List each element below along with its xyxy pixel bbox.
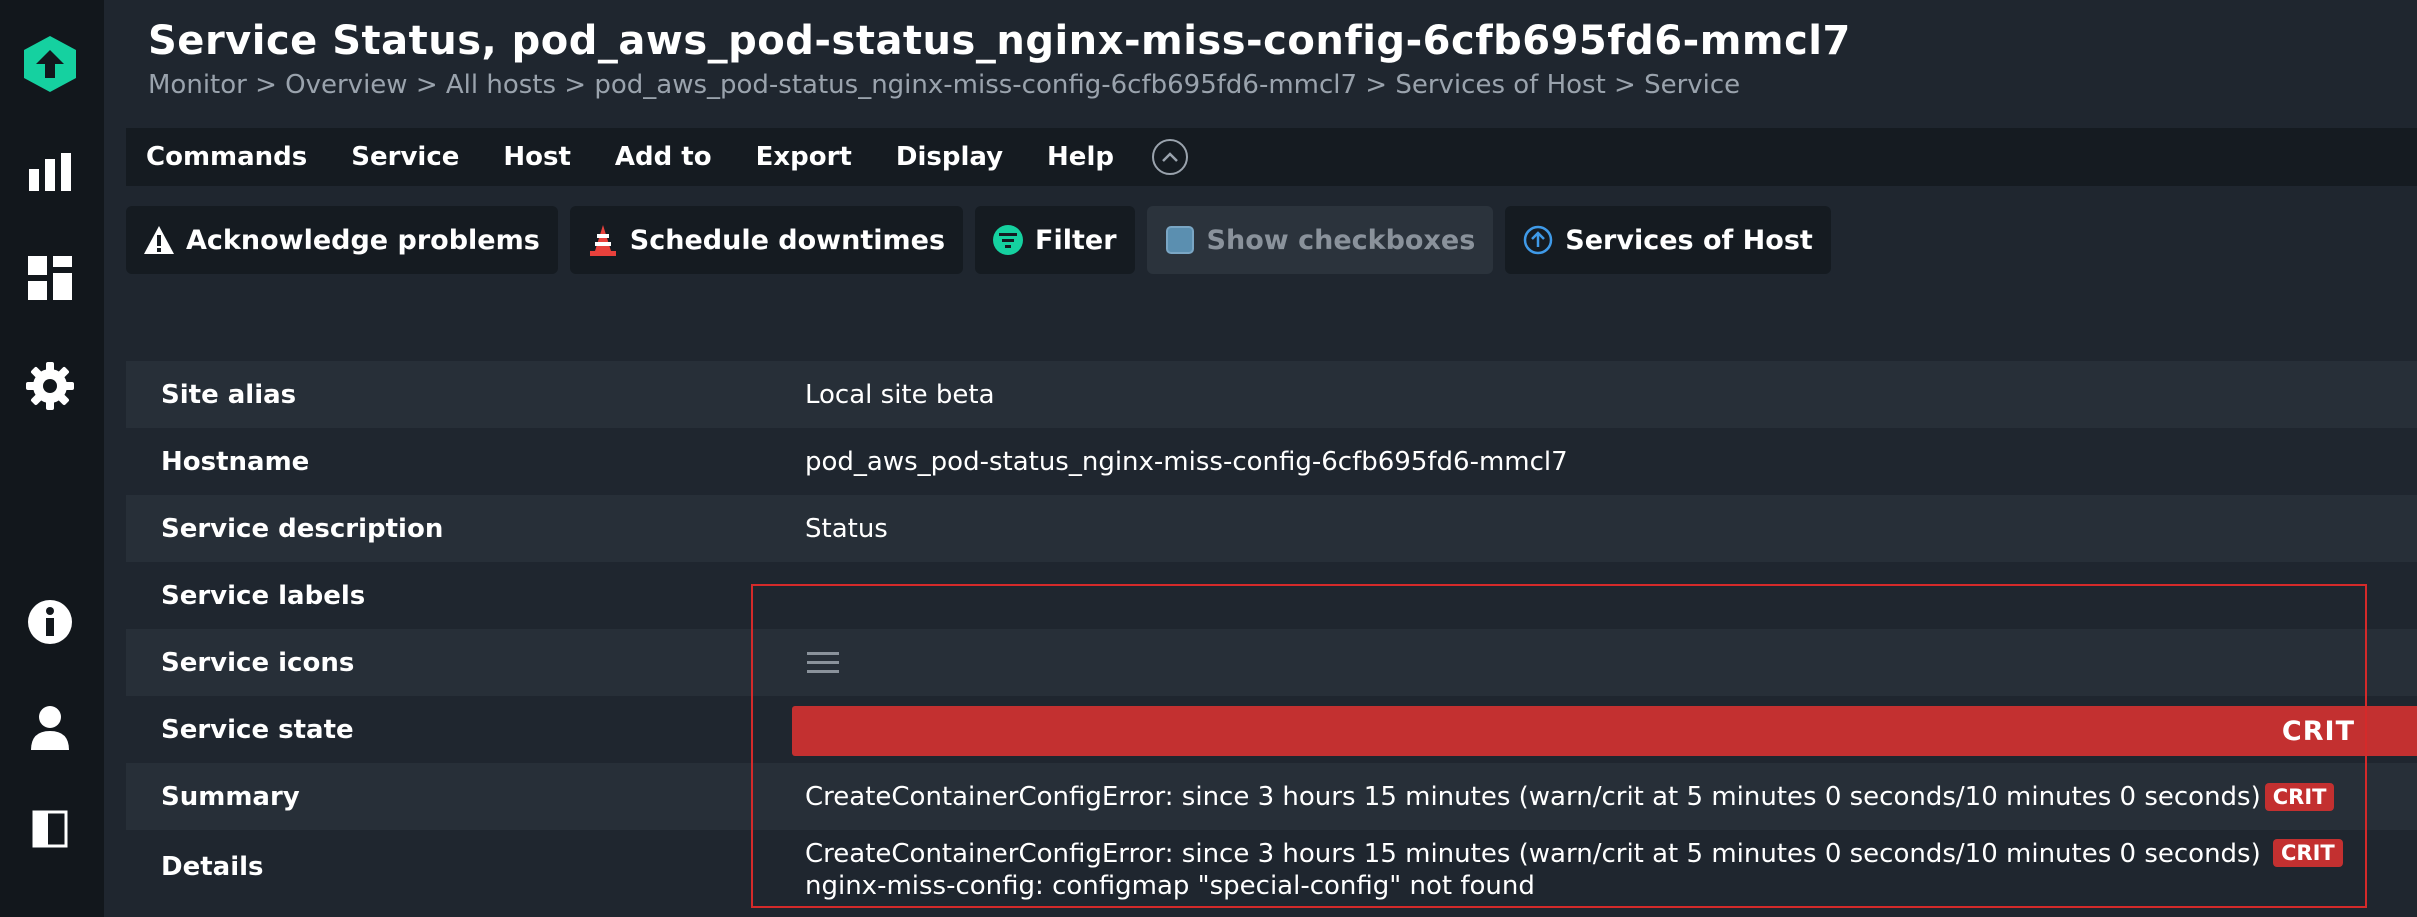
row-label: Site alias xyxy=(161,379,297,410)
table-row-site-alias: Site alias Local site beta xyxy=(126,361,2417,428)
menu-add-to[interactable]: Add to xyxy=(615,142,712,172)
menu-commands[interactable]: Commands xyxy=(146,142,307,172)
table-row-service-description: Service description Status xyxy=(126,495,2417,562)
filter-icon xyxy=(991,223,1025,257)
details-text-line2: nginx-miss-config: configmap "special-co… xyxy=(805,871,1535,901)
menu-service[interactable]: Service xyxy=(351,142,459,172)
setup-gear-icon[interactable] xyxy=(22,358,78,414)
crit-badge: CRIT xyxy=(2273,839,2343,867)
row-label: Service description xyxy=(161,513,444,544)
hamburger-menu-icon[interactable] xyxy=(805,629,841,696)
menu-bar: Commands Service Host Add to Export Disp… xyxy=(126,128,2417,186)
traffic-cone-icon xyxy=(586,223,620,257)
hostname-link[interactable]: pod_aws_pod-status_nginx-miss-config-6cf… xyxy=(805,428,1568,495)
arrow-up-circle-icon xyxy=(1521,223,1555,257)
row-value: Status xyxy=(805,513,888,544)
services-of-host-button[interactable]: Services of Host xyxy=(1505,206,1831,274)
menu-display[interactable]: Display xyxy=(896,142,1003,172)
services-of-host-label: Services of Host xyxy=(1565,224,1813,256)
row-label: Details xyxy=(161,852,264,882)
user-icon[interactable] xyxy=(22,700,78,756)
table-row-service-state: Service state CRIT xyxy=(126,696,2417,763)
warning-icon xyxy=(142,223,176,257)
monitor-chart-icon[interactable] xyxy=(22,144,78,200)
acknowledge-problems-button[interactable]: Acknowledge problems xyxy=(126,206,558,274)
page-title: Service Status, pod_aws_pod-status_nginx… xyxy=(148,18,1851,64)
table-row-hostname: Hostname pod_aws_pod-status_nginx-miss-c… xyxy=(126,428,2417,495)
menu-help[interactable]: Help xyxy=(1047,142,1114,172)
chevron-up-icon[interactable] xyxy=(1151,139,1188,175)
row-label: Hostname xyxy=(161,446,310,477)
row-label: Service labels xyxy=(161,580,366,611)
show-checkboxes-button[interactable]: Show checkboxes xyxy=(1146,206,1494,274)
checkmk-logo-icon[interactable] xyxy=(22,36,78,92)
table-row-summary: Summary CreateContainerConfigError: sinc… xyxy=(126,763,2417,830)
sidebar-toggle-icon[interactable] xyxy=(22,801,78,857)
schedule-downtimes-label: Schedule downtimes xyxy=(629,224,946,256)
row-label: Service icons xyxy=(161,647,355,678)
row-value: Local site beta xyxy=(805,379,995,410)
acknowledge-problems-label: Acknowledge problems xyxy=(186,224,540,256)
menu-host[interactable]: Host xyxy=(503,142,571,172)
schedule-downtimes-button[interactable]: Schedule downtimes xyxy=(569,206,964,274)
toolbar: Acknowledge problems Schedule downtimes xyxy=(126,206,1843,274)
row-label: Service state xyxy=(161,714,354,745)
summary-text: CreateContainerConfigError: since 3 hour… xyxy=(805,781,2261,812)
table-row-service-labels: Service labels xyxy=(126,562,2417,629)
checkbox-icon xyxy=(1163,223,1197,257)
service-details-table: Site alias Local site beta Hostname pod_… xyxy=(126,361,2417,904)
row-label: Summary xyxy=(161,781,300,812)
table-row-details: Details CreateContainerConfigError: sinc… xyxy=(126,830,2417,904)
service-state-crit-bar: CRIT xyxy=(792,706,2417,756)
dashboard-grid-icon[interactable] xyxy=(22,250,78,306)
details-text-line1: CreateContainerConfigError: since 3 hour… xyxy=(805,839,2261,869)
show-checkboxes-label: Show checkboxes xyxy=(1206,224,1476,256)
table-row-service-icons: Service icons xyxy=(126,629,2417,696)
filter-label: Filter xyxy=(1035,224,1117,256)
sidebar xyxy=(0,0,104,917)
main-content: Service Status, pod_aws_pod-status_nginx… xyxy=(104,0,2417,917)
breadcrumb[interactable]: Monitor > Overview > All hosts > pod_aws… xyxy=(148,70,1740,100)
menu-export[interactable]: Export xyxy=(756,142,852,172)
filter-button[interactable]: Filter xyxy=(975,206,1135,274)
crit-badge: CRIT xyxy=(2264,782,2335,811)
details-value: CreateContainerConfigError: since 3 hour… xyxy=(805,838,2343,902)
summary-value: CreateContainerConfigError: since 3 hour… xyxy=(805,763,2335,830)
help-info-icon[interactable] xyxy=(22,594,78,650)
